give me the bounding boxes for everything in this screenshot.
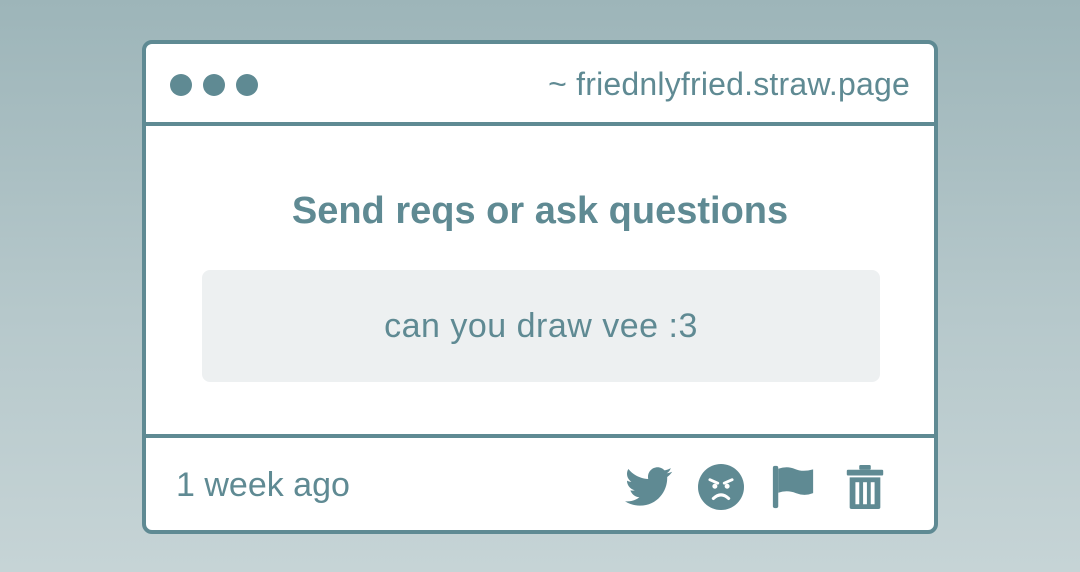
- angry-reaction-button[interactable]: [696, 462, 746, 512]
- twitter-share-button[interactable]: [624, 462, 674, 512]
- delete-button[interactable]: [840, 462, 890, 512]
- flag-icon: [772, 465, 814, 509]
- window-dot-icon: [170, 74, 192, 96]
- timestamp: 1 week ago: [176, 466, 350, 504]
- message-text: can you draw vee :3: [384, 306, 698, 345]
- window-dot-icon: [203, 74, 225, 96]
- window-dot-icon: [236, 74, 258, 96]
- trash-icon: [846, 464, 884, 510]
- message-content: Send reqs or ask questions can you draw …: [146, 126, 934, 438]
- prompt-title: Send reqs or ask questions: [291, 190, 789, 232]
- report-button[interactable]: [768, 462, 818, 512]
- message-card: ~ friednlyfried.straw.page Send reqs or …: [142, 40, 938, 534]
- action-bar: [624, 462, 890, 512]
- window-dots: [170, 74, 258, 96]
- card-footer: 1 week ago: [146, 438, 934, 530]
- angry-face-icon: [698, 464, 744, 510]
- page-url: ~ friednlyfried.straw.page: [548, 66, 910, 102]
- message-box: can you draw vee :3: [202, 270, 880, 382]
- twitter-bird-icon: [625, 467, 673, 506]
- window-titlebar: ~ friednlyfried.straw.page: [146, 44, 934, 126]
